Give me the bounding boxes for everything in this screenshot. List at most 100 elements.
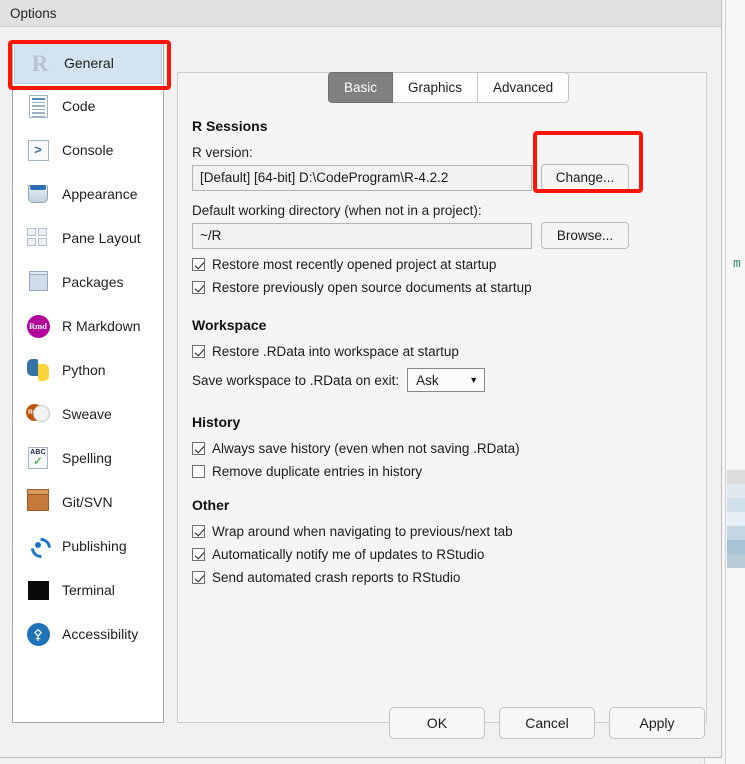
background-color-bands xyxy=(727,470,745,568)
sidebar-item-label: Accessibility xyxy=(62,626,139,642)
sidebar-item-python[interactable]: Python xyxy=(13,348,163,392)
background-band xyxy=(727,498,745,512)
background-band xyxy=(727,554,745,568)
sidebar-item-label: Sweave xyxy=(62,406,112,422)
save-workspace-select[interactable]: Ask ▼ xyxy=(407,368,486,392)
checkbox-restore-source-documents[interactable]: Restore previously open source documents… xyxy=(192,280,692,295)
console-prompt-icon: > xyxy=(25,137,51,163)
section-heading-r-sessions: R Sessions xyxy=(192,118,268,134)
checkbox-box[interactable] xyxy=(192,345,205,358)
checkbox-box[interactable] xyxy=(192,258,205,271)
background-band xyxy=(727,484,745,498)
section-heading-workspace: Workspace xyxy=(192,317,267,333)
python-icon xyxy=(25,357,51,383)
checkbox-box[interactable] xyxy=(192,525,205,538)
sidebar-item-label: Packages xyxy=(62,274,124,290)
change-button[interactable]: Change... xyxy=(541,164,629,191)
checkbox-box[interactable] xyxy=(192,465,205,478)
section-heading-history: History xyxy=(192,414,241,430)
background-band xyxy=(727,470,745,484)
sidebar-item-git-svn[interactable]: Git/SVN xyxy=(13,480,163,524)
accessibility-icon: ⚴ xyxy=(25,621,51,647)
sidebar-item-console[interactable]: > Console xyxy=(13,128,163,172)
r-version-label: R version: xyxy=(192,145,253,160)
ok-button[interactable]: OK xyxy=(389,707,485,739)
checkbox-label: Automatically notify me of updates to RS… xyxy=(212,547,485,562)
background-band xyxy=(727,526,745,540)
checkbox-notify-updates[interactable]: Automatically notify me of updates to RS… xyxy=(192,547,692,562)
sidebar-item-packages[interactable]: Packages xyxy=(13,260,163,304)
sidebar-item-sweave[interactable]: Rnw Sweave xyxy=(13,392,163,436)
sidebar-item-r-markdown[interactable]: Rmd R Markdown xyxy=(13,304,163,348)
browse-button[interactable]: Browse... xyxy=(541,222,629,249)
dialog-footer: OK Cancel Apply xyxy=(0,707,721,739)
sidebar-item-label: Spelling xyxy=(62,450,112,466)
sidebar-item-general[interactable]: R General xyxy=(14,42,162,84)
dialog-body: R General Code > Console Appearance Pane… xyxy=(0,28,721,757)
sidebar-item-spelling[interactable]: ABC ✓ Spelling xyxy=(13,436,163,480)
sidebar-item-publishing[interactable]: Publishing xyxy=(13,524,163,568)
sidebar-item-appearance[interactable]: Appearance xyxy=(13,172,163,216)
sidebar-item-pane-layout[interactable]: Pane Layout xyxy=(13,216,163,260)
terminal-icon xyxy=(25,577,51,603)
sidebar-item-label: Pane Layout xyxy=(62,230,141,246)
checkbox-always-save-history[interactable]: Always save history (even when not savin… xyxy=(192,441,692,456)
tab-advanced[interactable]: Advanced xyxy=(478,72,570,103)
checkbox-box[interactable] xyxy=(192,548,205,561)
dialog-titlebar: Options xyxy=(0,0,721,27)
git-box-icon xyxy=(25,489,51,515)
apply-button[interactable]: Apply xyxy=(609,707,705,739)
working-directory-input[interactable]: ~/R xyxy=(192,222,532,249)
sidebar-item-code[interactable]: Code xyxy=(13,84,163,128)
checkbox-crash-reports[interactable]: Send automated crash reports to RStudio xyxy=(192,570,692,585)
checkbox-box[interactable] xyxy=(192,571,205,584)
settings-tabs[interactable]: Basic Graphics Advanced xyxy=(328,72,570,103)
document-icon xyxy=(25,93,51,119)
tab-basic[interactable]: Basic xyxy=(328,72,394,103)
publish-icon xyxy=(25,533,56,563)
spellcheck-icon: ABC ✓ xyxy=(25,445,51,471)
sidebar-item-label: Terminal xyxy=(62,582,115,598)
working-directory-label: Default working directory (when not in a… xyxy=(192,203,482,218)
pane-grid-icon xyxy=(25,225,51,251)
sidebar-item-label: Code xyxy=(62,98,96,114)
chevron-down-icon: ▼ xyxy=(469,375,479,385)
sidebar-item-label: Publishing xyxy=(62,538,127,554)
checkbox-label: Send automated crash reports to RStudio xyxy=(212,570,461,585)
r-version-input[interactable]: [Default] [64-bit] D:\CodeProgram\R-4.2.… xyxy=(192,164,532,191)
r-logo-icon: R xyxy=(31,50,49,76)
sidebar-item-label: Appearance xyxy=(62,186,138,202)
sweave-pdf-icon: Rnw xyxy=(25,401,51,427)
checkbox-box[interactable] xyxy=(192,442,205,455)
options-category-list[interactable]: R General Code > Console Appearance Pane… xyxy=(12,41,164,723)
paint-bucket-icon xyxy=(25,181,51,207)
sidebar-item-accessibility[interactable]: ⚴ Accessibility xyxy=(13,612,163,656)
checkbox-restore-recent-project[interactable]: Restore most recently opened project at … xyxy=(192,257,692,272)
options-dialog: Options R General Code > Console Appeara… xyxy=(0,0,722,758)
checkbox-label: Restore .RData into workspace at startup xyxy=(212,344,459,359)
background-code-fragment: m xyxy=(733,256,741,271)
cancel-button[interactable]: Cancel xyxy=(499,707,595,739)
sidebar-item-label: R Markdown xyxy=(62,318,141,334)
sidebar-item-terminal[interactable]: Terminal xyxy=(13,568,163,612)
save-workspace-value: Ask xyxy=(416,372,439,388)
background-divider-line xyxy=(725,0,726,764)
checkbox-label: Wrap around when navigating to previous/… xyxy=(212,524,513,539)
save-workspace-row: Save workspace to .RData on exit: Ask ▼ xyxy=(192,368,692,392)
checkbox-box[interactable] xyxy=(192,281,205,294)
checkbox-restore-rdata[interactable]: Restore .RData into workspace at startup xyxy=(192,344,692,359)
checkbox-label: Restore previously open source documents… xyxy=(212,280,532,295)
sidebar-item-label: Git/SVN xyxy=(62,494,113,510)
background-band xyxy=(727,512,745,526)
package-box-icon xyxy=(25,269,51,295)
rmd-badge-icon: Rmd xyxy=(25,313,51,339)
section-heading-other: Other xyxy=(192,497,230,513)
tab-graphics[interactable]: Graphics xyxy=(393,72,479,103)
checkbox-remove-duplicate-entries[interactable]: Remove duplicate entries in history xyxy=(192,464,692,479)
checkbox-wrap-around-tabs[interactable]: Wrap around when navigating to previous/… xyxy=(192,524,692,539)
dialog-title: Options xyxy=(10,5,57,21)
sidebar-item-label: Python xyxy=(62,362,106,378)
sidebar-item-label: General xyxy=(64,55,114,71)
settings-content: R Sessions R version: [Default] [64-bit]… xyxy=(192,118,692,585)
sidebar-item-label: Console xyxy=(62,142,114,158)
